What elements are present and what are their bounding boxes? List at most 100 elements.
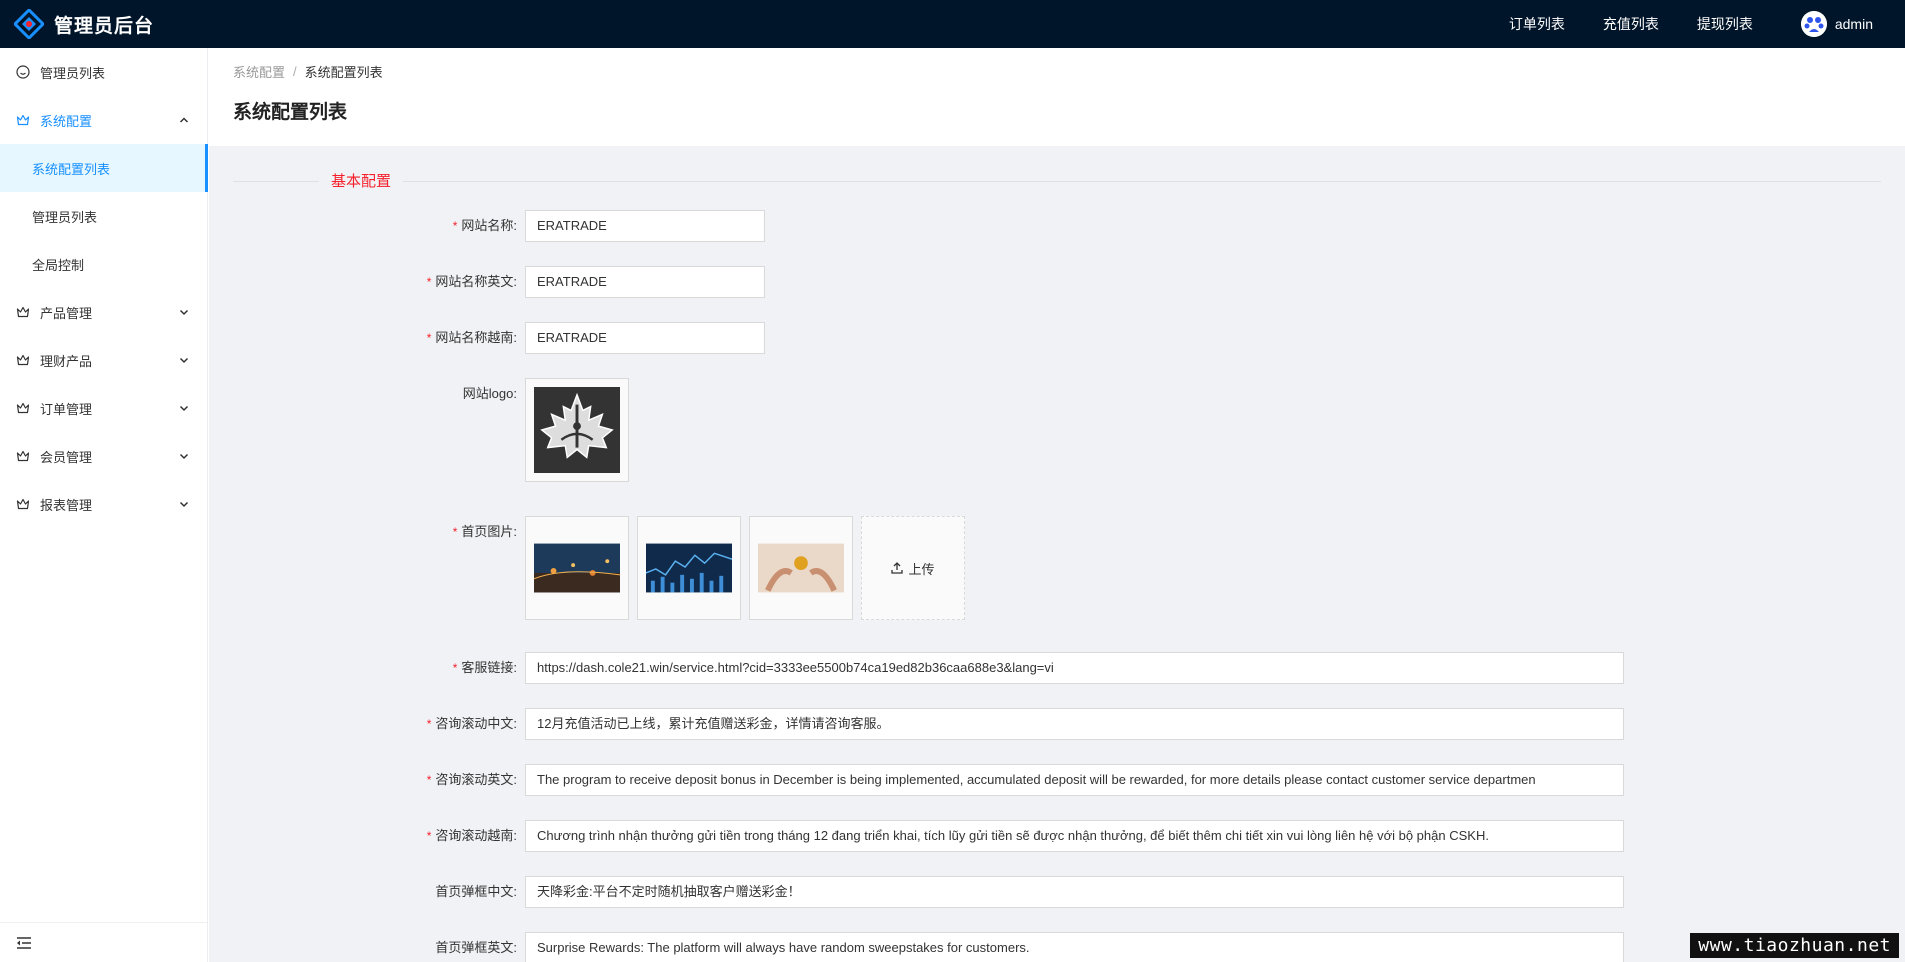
sidebar-item-system-config[interactable]: 系统配置 (0, 96, 207, 144)
site-name-en-label: * 网站名称英文: (426, 274, 517, 289)
smile-icon (16, 65, 30, 79)
crown-icon (16, 113, 30, 127)
sidebar-item-report-management[interactable]: 报表管理 (0, 480, 207, 528)
form-row-marquee-zh: * 咨询滚动中文: 12月充值活动已上线，累计充值赠送彩金，详情请咨询客服。 (233, 708, 1624, 740)
menu-fold-icon (17, 936, 31, 949)
home-image-card[interactable] (525, 516, 629, 620)
breadcrumb-separator: / (293, 64, 297, 79)
marquee-en-input[interactable]: The program to receive deposit bonus in … (525, 764, 1624, 796)
breadcrumb-item[interactable]: 系统配置 (233, 62, 285, 81)
crown-icon (16, 353, 30, 367)
sidebar-item-label: 系统配置 (40, 113, 93, 129)
form-row-service-link: * 客服链接: https://dash.cole21.win/service.h… (233, 652, 1624, 684)
marquee-en-label: * 咨询滚动英文: (426, 772, 517, 787)
breadcrumb: 系统配置 / 系统配置列表 (233, 62, 1881, 81)
avatar-icon (1800, 11, 1827, 37)
nav-withdraw-link[interactable]: 提现列表 (1697, 14, 1753, 34)
popup-zh-label: 首页弹框中文: (435, 884, 517, 899)
stock-chart-image (646, 543, 732, 593)
logo-upload-card[interactable] (525, 378, 629, 482)
sidebar-item-wealth-products[interactable]: 理财产品 (0, 336, 207, 384)
home-image-card[interactable] (637, 516, 741, 620)
home-image-card[interactable] (749, 516, 853, 620)
sidebar: 管理员列表 系统配置 系统配置列表 管理员列表 全局控制 产品管理 理财产品 订… (0, 48, 208, 962)
crown-icon (16, 449, 30, 463)
section-divider: 基本配置 (233, 170, 1881, 192)
page-title: 系统配置列表 (233, 102, 348, 123)
upload-button[interactable]: 上传 (861, 516, 965, 620)
sidebar-item-label: 全局控制 (32, 257, 85, 273)
home-images-label: * 首页图片: (452, 524, 517, 539)
sidebar-item-global-control[interactable]: 全局控制 (0, 240, 207, 288)
upload-icon (891, 562, 904, 574)
popup-en-label: 首页弹框英文: (435, 940, 517, 955)
crown-icon (16, 401, 30, 415)
service-link-label: * 客服链接: (452, 660, 517, 675)
sidebar-item-label: 订单管理 (40, 401, 93, 417)
form-row-site-name-en: * 网站名称英文: ERATRADE (233, 266, 765, 298)
page-header: 系统配置 / 系统配置列表 系统配置列表 (209, 48, 1905, 146)
crown-icon (16, 305, 30, 319)
main-content: 基本配置 * 网站名称: ERATRADE * 网站名称英文: ERATRADE *… (209, 146, 1905, 962)
form-row-site-name-vi: * 网站名称越南: ERATRADE (233, 322, 765, 354)
watermark: www.tiaozhuan.net (1690, 933, 1899, 958)
logo-icon (14, 9, 44, 39)
form-row-marquee-vi: * 咨询滚动越南: Chương trình nhận thưởng gửi ti… (233, 820, 1624, 852)
sidebar-item-order-management[interactable]: 订单管理 (0, 384, 207, 432)
avatar (1800, 11, 1827, 37)
site-name-vi-label: * 网站名称越南: (426, 330, 517, 345)
brand[interactable]: 管理员后台 (0, 9, 154, 39)
form-row-home-images: * 首页图片: 上传 (233, 516, 965, 620)
chevron-up-icon (179, 115, 189, 125)
top-nav: 订单列表 充值列表 提现列表 admin (1509, 0, 1905, 48)
sidebar-item-member-management[interactable]: 会员管理 (0, 432, 207, 480)
marquee-zh-input[interactable]: 12月充值活动已上线，累计充值赠送彩金，详情请咨询客服。 (525, 708, 1624, 740)
site-logo-label: 网站logo: (462, 386, 517, 401)
sidebar-item-label: 管理员列表 (40, 65, 106, 81)
nav-orders-link[interactable]: 订单列表 (1509, 14, 1565, 34)
user-menu[interactable]: admin (1800, 11, 1873, 37)
sidebar-item-label: 管理员列表 (32, 209, 98, 225)
marquee-zh-label: * 咨询滚动中文: (426, 716, 517, 731)
site-name-label: * 网站名称: (452, 218, 517, 233)
section-title: 基本配置 (319, 170, 404, 191)
chevron-down-icon (179, 403, 189, 413)
sidebar-item-label: 系统配置列表 (32, 161, 111, 177)
sidebar-item-label: 理财产品 (40, 353, 93, 369)
crown-icon (16, 497, 30, 511)
chevron-down-icon (179, 499, 189, 509)
sidebar-item-label: 产品管理 (40, 305, 93, 321)
form-row-marquee-en: * 咨询滚动英文: The program to receive deposit … (233, 764, 1624, 796)
form-row-site-name: * 网站名称: ERATRADE (233, 210, 765, 242)
system-config-submenu: 系统配置列表 管理员列表 全局控制 (0, 144, 208, 288)
sidebar-item-product-management[interactable]: 产品管理 (0, 288, 207, 336)
sidebar-item-system-config-list[interactable]: 系统配置列表 (0, 144, 208, 192)
upload-label: 上传 (908, 561, 935, 577)
sidebar-item-label: 报表管理 (40, 497, 93, 513)
sidebar-item-sub-admin-list[interactable]: 管理员列表 (0, 192, 207, 240)
coin-hands-image (758, 543, 844, 593)
chevron-down-icon (179, 307, 189, 317)
top-bar: 管理员后台 订单列表 充值列表 提现列表 admin (0, 0, 1905, 48)
popup-en-input[interactable]: Surprise Rewards: The platform will alwa… (525, 932, 1624, 962)
form-row-popup-zh: 首页弹框中文: 天降彩金:平台不定时随机抽取客户赠送彩金！ (233, 876, 1624, 908)
chevron-down-icon (179, 451, 189, 461)
form-row-popup-en: 首页弹框英文: Surprise Rewards: The platform w… (233, 932, 1624, 962)
popup-zh-input[interactable]: 天降彩金:平台不定时随机抽取客户赠送彩金！ (525, 876, 1624, 908)
sidebar-item-admin-list[interactable]: 管理员列表 (0, 48, 207, 96)
service-link-input[interactable]: https://dash.cole21.win/service.html?cid… (525, 652, 1624, 684)
city-lights-image (534, 543, 620, 593)
app-title: 管理员后台 (54, 15, 155, 37)
site-name-en-input[interactable]: ERATRADE (525, 266, 765, 298)
sidebar-item-label: 会员管理 (40, 449, 93, 465)
user-name: admin (1834, 16, 1873, 32)
nav-recharge-link[interactable]: 充值列表 (1603, 14, 1659, 34)
sidebar-collapse-button[interactable] (0, 922, 207, 962)
marquee-vi-input[interactable]: Chương trình nhận thưởng gửi tiền trong … (525, 820, 1624, 852)
breadcrumb-current: 系统配置列表 (304, 65, 383, 80)
marquee-vi-label: * 咨询滚动越南: (426, 828, 517, 843)
site-name-vi-input[interactable]: ERATRADE (525, 322, 765, 354)
form-row-site-logo: 网站logo: (233, 378, 637, 482)
maple-leaf-logo-image (534, 387, 620, 473)
site-name-input[interactable]: ERATRADE (525, 210, 765, 242)
